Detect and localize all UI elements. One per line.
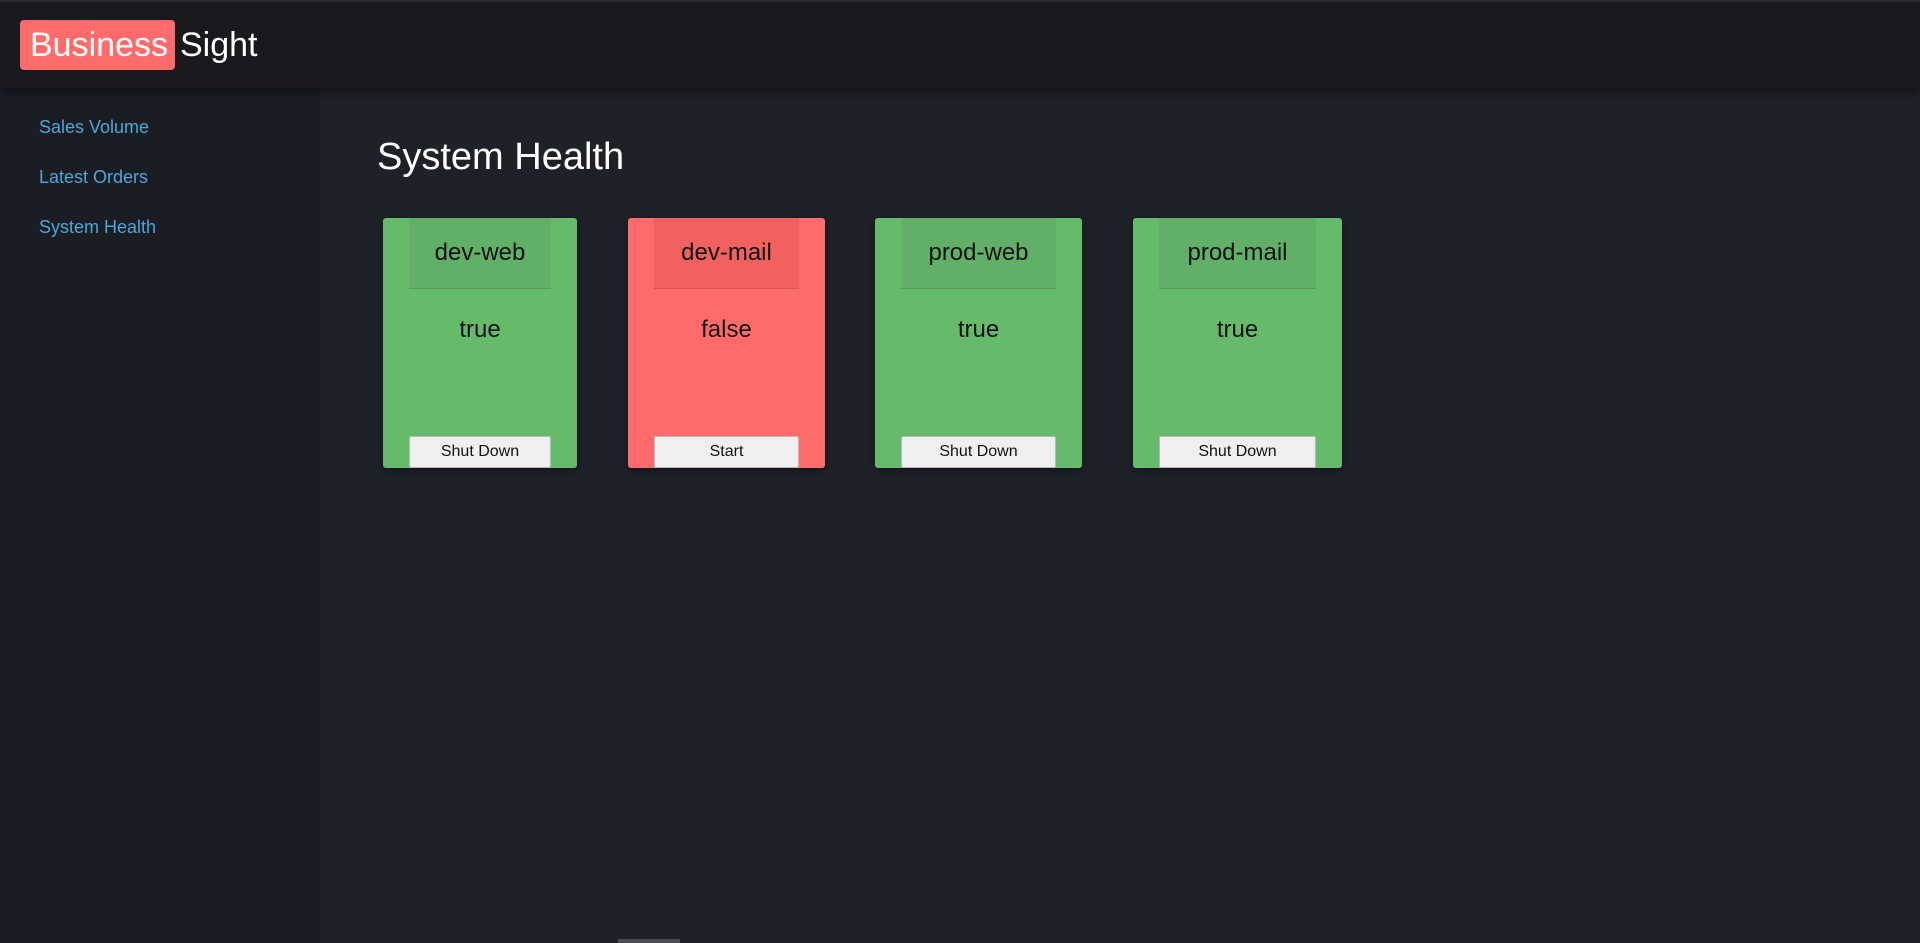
server-card-dev-web: dev-web true Shut Down	[383, 218, 577, 468]
server-name: dev-mail	[654, 218, 799, 289]
shut-down-button[interactable]: Shut Down	[901, 436, 1056, 468]
server-name: prod-web	[901, 218, 1056, 289]
server-status: true	[1216, 316, 1259, 343]
brand-logo[interactable]: Business Sight	[20, 20, 257, 70]
brand-name: Sight	[179, 26, 258, 64]
server-status: false	[701, 316, 752, 343]
horizontal-scrollbar-thumb[interactable]	[618, 939, 680, 943]
brand-highlight: Business	[20, 20, 175, 70]
server-card-prod-mail: prod-mail true Shut Down	[1133, 218, 1342, 468]
server-card-prod-web: prod-web true Shut Down	[875, 218, 1082, 468]
server-status: true	[957, 316, 1000, 343]
shut-down-button[interactable]: Shut Down	[409, 436, 551, 468]
sidebar-item-system-health[interactable]: System Health	[39, 217, 156, 238]
start-button[interactable]: Start	[654, 436, 799, 468]
sidebar-item-latest-orders[interactable]: Latest Orders	[39, 167, 148, 188]
sidebar: Sales Volume Latest Orders System Health	[0, 88, 320, 943]
shut-down-button[interactable]: Shut Down	[1159, 436, 1316, 468]
server-card-dev-mail: dev-mail false Start	[628, 218, 825, 468]
page-title: System Health	[377, 136, 625, 178]
top-navbar: Business Sight	[0, 0, 1920, 88]
server-name: dev-web	[409, 218, 551, 289]
server-name: prod-mail	[1159, 218, 1316, 289]
main-content: System Health dev-web true Shut Down dev…	[320, 88, 1920, 943]
server-status: true	[459, 316, 501, 343]
sidebar-item-sales-volume[interactable]: Sales Volume	[39, 117, 149, 138]
